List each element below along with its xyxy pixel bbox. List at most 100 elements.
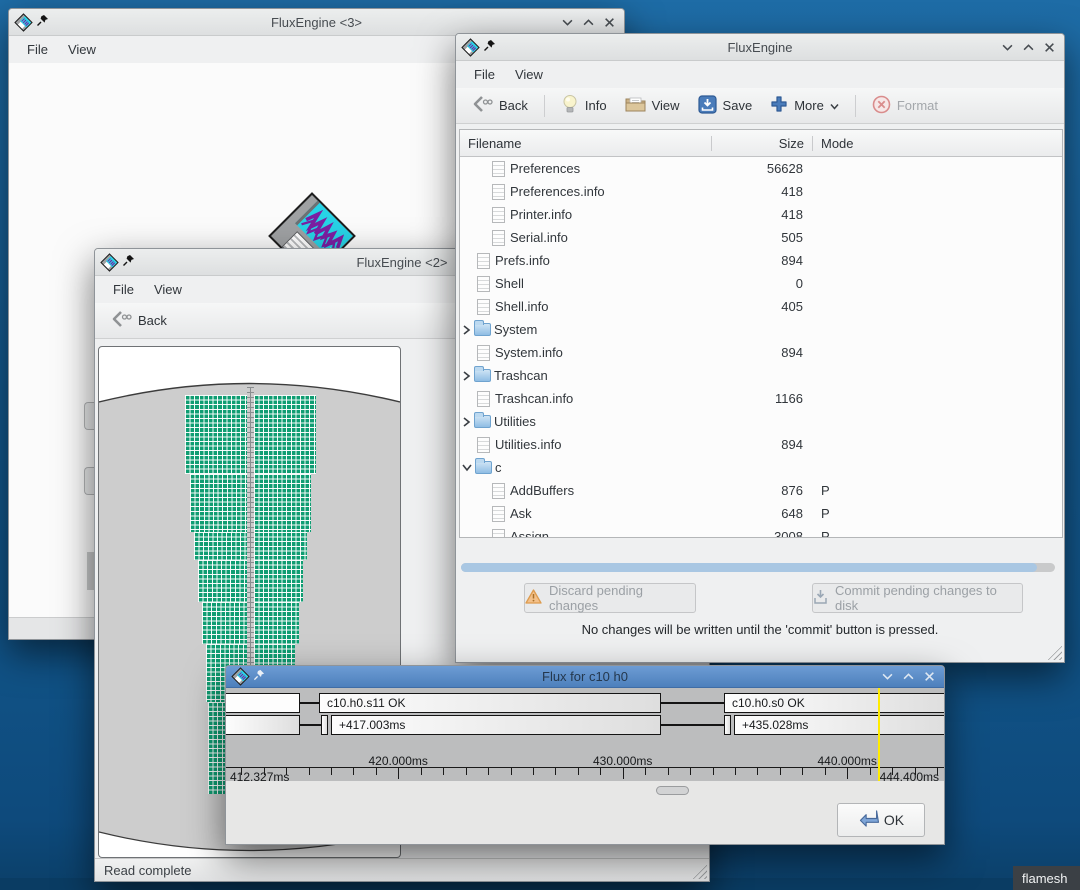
toolbar-separator <box>544 95 545 117</box>
pin-icon[interactable] <box>483 39 496 55</box>
resize-grip[interactable] <box>692 864 707 879</box>
table-row[interactable]: Prefs.info894 <box>460 249 1062 272</box>
table-header[interactable]: Filename Size Mode <box>460 130 1062 157</box>
commit-changes-button[interactable]: Commit pending changes to disk <box>812 583 1023 613</box>
ruler-tick <box>533 768 534 775</box>
cell-filename: System.info <box>460 341 712 364</box>
column-filename[interactable]: Filename <box>460 136 712 151</box>
pin-icon[interactable] <box>253 669 265 684</box>
file-rows: Preferences56628Preferences.info418Print… <box>460 157 1062 538</box>
horizontal-scrollbar[interactable] <box>461 563 1055 572</box>
back-button[interactable]: Back <box>103 305 174 336</box>
close-icon[interactable] <box>923 671 935 683</box>
chevron-down-icon[interactable] <box>830 98 839 113</box>
table-row[interactable]: Serial.info505 <box>460 226 1062 249</box>
close-icon[interactable] <box>603 16 615 28</box>
scrollbar-thumb[interactable] <box>461 563 1037 572</box>
timing-box-partial[interactable] <box>226 715 300 735</box>
menu-file[interactable]: File <box>17 39 58 60</box>
minimize-icon[interactable] <box>1001 41 1013 53</box>
table-row[interactable]: Assign3008P <box>460 525 1062 538</box>
sector-block[interactable] <box>254 474 311 532</box>
discard-changes-button[interactable]: Discard pending changes <box>524 583 696 613</box>
filename-text: Serial.info <box>510 226 568 249</box>
sector-block[interactable] <box>254 602 299 644</box>
sector-block[interactable] <box>190 474 247 532</box>
file-icon <box>492 529 505 539</box>
sector-block[interactable] <box>198 560 247 602</box>
sector-box[interactable]: c10.h0.s11 OK <box>319 693 661 713</box>
table-row[interactable]: Ask648P <box>460 502 1062 525</box>
table-row[interactable]: Shell0 <box>460 272 1062 295</box>
back-icon <box>110 309 132 332</box>
sector-block[interactable] <box>185 395 247 474</box>
table-row[interactable]: AddBuffers876P <box>460 479 1062 502</box>
maximize-icon[interactable] <box>582 16 594 28</box>
menu-view[interactable]: View <box>58 39 106 60</box>
filename-text: Utilities.info <box>495 433 561 456</box>
table-row[interactable]: Trashcan.info1166 <box>460 387 1062 410</box>
info-button[interactable]: Info <box>554 90 614 121</box>
table-row[interactable]: System.info894 <box>460 341 1062 364</box>
table-row[interactable]: Utilities <box>460 410 1062 433</box>
table-row[interactable]: c <box>460 456 1062 479</box>
view-button[interactable]: View <box>618 91 687 120</box>
menu-file[interactable]: File <box>103 279 144 300</box>
minimize-icon[interactable] <box>881 671 893 683</box>
sector-block[interactable] <box>202 602 247 644</box>
titlebar[interactable]: Flux for c10 h0 <box>226 666 944 688</box>
close-icon[interactable] <box>1043 41 1055 53</box>
ruler-tick <box>511 768 512 775</box>
sector-block[interactable] <box>254 532 307 560</box>
filename-text: Utilities <box>494 410 536 433</box>
pin-icon[interactable] <box>36 14 49 30</box>
table-row[interactable]: Shell.info405 <box>460 295 1062 318</box>
minimize-icon[interactable] <box>561 16 573 28</box>
column-size[interactable]: Size <box>712 136 813 151</box>
file-icon <box>477 276 490 292</box>
ok-button[interactable]: OK <box>837 803 925 837</box>
menu-view[interactable]: View <box>505 64 553 85</box>
file-icon <box>492 184 505 200</box>
table-row[interactable]: Utilities.info894 <box>460 433 1062 456</box>
splitter-handle[interactable] <box>656 786 689 795</box>
maximize-icon[interactable] <box>902 671 914 683</box>
back-button[interactable]: Back <box>464 90 535 121</box>
timing-box[interactable]: +417.003ms <box>331 715 661 735</box>
cell-filename: System <box>460 318 712 341</box>
column-mode[interactable]: Mode <box>813 136 1062 151</box>
more-button[interactable]: More <box>763 91 846 120</box>
titlebar[interactable]: FluxEngine <3> <box>9 9 624 36</box>
fluxengine-app-icon <box>231 667 249 685</box>
format-button[interactable]: Format <box>865 91 945 121</box>
menu-file[interactable]: File <box>464 64 505 85</box>
timing-box[interactable]: +435.028ms <box>734 715 944 735</box>
table-row[interactable]: System <box>460 318 1062 341</box>
ruler-tick <box>466 768 467 775</box>
save-button[interactable]: Save <box>691 91 760 121</box>
sector-box[interactable]: c10.h0.s0 OK <box>724 693 944 713</box>
cell-size: 648 <box>712 502 813 525</box>
cell-size: 0 <box>712 272 813 295</box>
ruler-tick <box>421 768 422 775</box>
table-row[interactable]: Trashcan <box>460 364 1062 387</box>
titlebar[interactable]: FluxEngine <box>456 34 1064 61</box>
resize-grip[interactable] <box>1047 645 1062 660</box>
filename-text: Preferences.info <box>510 180 605 203</box>
table-row[interactable]: Preferences.info418 <box>460 180 1062 203</box>
filename-text: Ask <box>510 502 532 525</box>
back-label: Back <box>499 98 528 113</box>
sector-block[interactable] <box>254 395 316 474</box>
file-icon <box>477 391 490 407</box>
filename-text: Trashcan.info <box>495 387 573 410</box>
sector-block[interactable] <box>254 560 303 602</box>
table-row[interactable]: Printer.info418 <box>460 203 1062 226</box>
sector-block[interactable] <box>194 532 247 560</box>
ruler-start-label: 412.327ms <box>230 770 289 781</box>
maximize-icon[interactable] <box>1022 41 1034 53</box>
ruler-end-label: 444.400ms <box>880 770 939 781</box>
table-row[interactable]: Preferences56628 <box>460 157 1062 180</box>
sector-box-partial[interactable] <box>226 693 300 713</box>
pin-icon[interactable] <box>122 254 135 270</box>
menu-view[interactable]: View <box>144 279 192 300</box>
